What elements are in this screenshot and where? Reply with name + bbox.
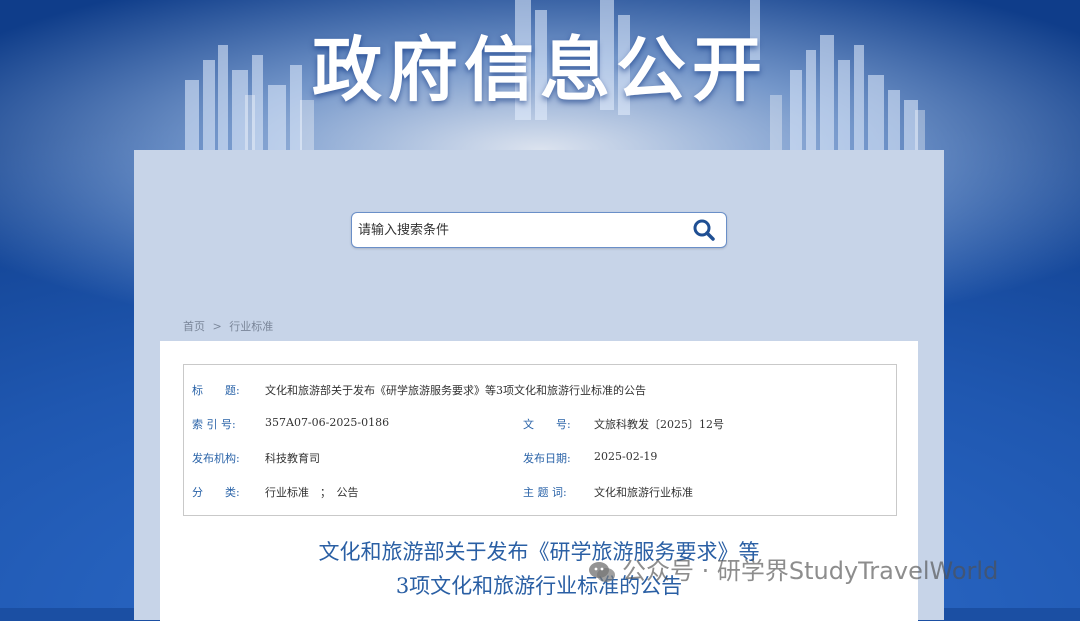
- meta-category-value: 行业标准 ； 公告: [265, 486, 359, 499]
- document-meta-table: 标 题: 文化和旅游部关于发布《研学旅游服务要求》等3项文化和旅游行业标准的公告…: [183, 364, 897, 516]
- meta-docno-value: 文旅科教发〔2025〕12号: [594, 418, 724, 431]
- page-banner-title: 政府信息公开: [312, 29, 768, 111]
- breadcrumb-current[interactable]: 行业标准: [229, 320, 273, 333]
- search-icon: [693, 219, 715, 241]
- meta-keyword-value: 文化和旅游行业标准: [594, 486, 693, 499]
- meta-index-value: 357A07-06-2025-0186: [265, 416, 390, 429]
- meta-docno-label: 文 号:: [523, 418, 571, 431]
- meta-title-label: 标 题:: [192, 384, 240, 397]
- search-input[interactable]: [352, 213, 678, 247]
- watermark: 公众号 · 研学界StudyTravelWorld: [588, 551, 998, 586]
- search-bar[interactable]: [351, 212, 727, 248]
- breadcrumb-home[interactable]: 首页: [183, 320, 205, 333]
- meta-org-label: 发布机构:: [192, 452, 240, 465]
- meta-date-label: 发布日期:: [523, 452, 571, 465]
- breadcrumb-separator: >: [212, 320, 222, 333]
- breadcrumb: 首页 > 行业标准: [183, 318, 277, 334]
- watermark-text: 公众号 · 研学界StudyTravelWorld: [622, 557, 999, 585]
- meta-date-value: 2025-02-19: [594, 450, 658, 463]
- meta-org-value: 科技教育司: [265, 452, 320, 465]
- wechat-icon: [589, 562, 615, 582]
- meta-title-value: 文化和旅游部关于发布《研学旅游服务要求》等3项文化和旅游行业标准的公告: [265, 384, 646, 397]
- meta-index-label: 索 引 号:: [192, 418, 236, 431]
- meta-keyword-label: 主 题 词:: [523, 486, 567, 499]
- meta-category-label: 分 类:: [192, 486, 240, 499]
- search-button[interactable]: [692, 218, 718, 242]
